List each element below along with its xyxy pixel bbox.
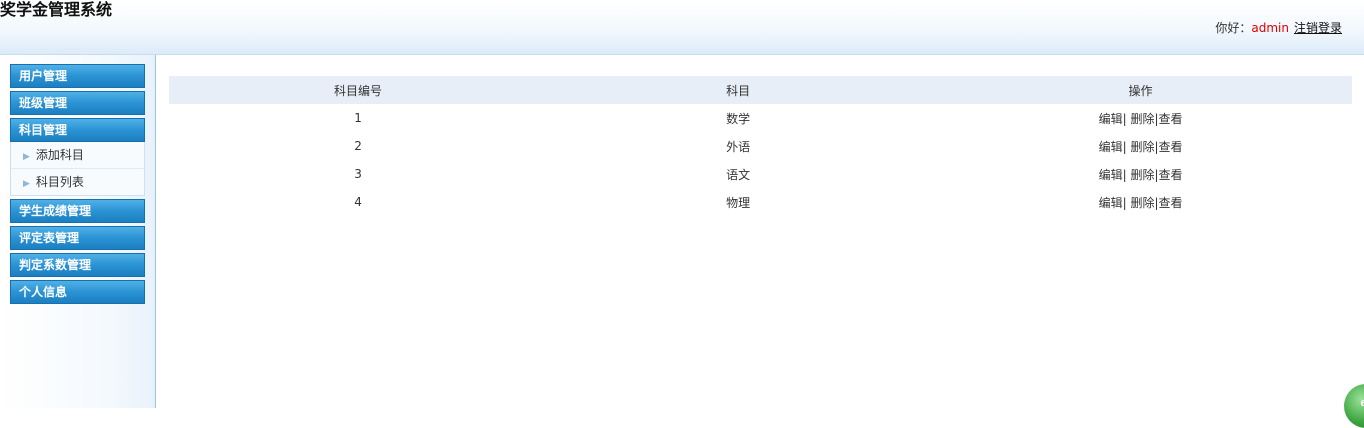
table-row: 4 物理 编辑| 删除|查看 [169,188,1352,216]
edit-link[interactable]: 编辑 [1099,140,1123,154]
subject-table: 科目编号 科目 操作 1 数学 编辑| 删除|查看 2 外语 编辑| 删除|查看… [169,76,1352,216]
table-row: 2 外语 编辑| 删除|查看 [169,132,1352,160]
delete-link[interactable]: 删除 [1130,140,1154,154]
app-title: 奖学金管理系统 [0,0,113,19]
cell-actions: 编辑| 删除|查看 [1098,139,1183,154]
cell-actions: 编辑| 删除|查看 [1098,111,1183,126]
cell-subject-name: 数学 [726,111,751,126]
cell-subject-id: 1 [354,111,362,125]
menu-score-management[interactable]: 学生成绩管理 [10,199,145,223]
username: admin [1251,21,1289,35]
menu-evaluation-management[interactable]: 评定表管理 [10,226,145,250]
edit-link[interactable]: 编辑 [1099,112,1123,126]
delete-link[interactable]: 删除 [1130,168,1154,182]
menu-class-management[interactable]: 班级管理 [10,91,145,115]
sidebar: 用户管理 班级管理 科目管理 ▶ 添加科目 ▶ 科目列表 学生成绩管理 评定表管理 … [0,55,156,408]
table-header-row: 科目编号 科目 操作 [169,76,1352,104]
cell-subject-id: 2 [354,139,362,153]
submenu-subject-list[interactable]: ▶ 科目列表 [11,168,144,195]
main-content: 科目编号 科目 操作 1 数学 编辑| 删除|查看 2 外语 编辑| 删除|查看… [169,76,1352,216]
floating-badge[interactable]: 60 [1344,384,1364,428]
view-link[interactable]: 查看 [1159,196,1183,210]
cell-actions: 编辑| 删除|查看 [1098,167,1183,182]
header: 奖学金管理系统 你好：admin 注销登录 [0,0,1364,55]
triangle-right-icon: ▶ [23,179,30,189]
view-link[interactable]: 查看 [1159,168,1183,182]
menu-user-management[interactable]: 用户管理 [10,64,145,88]
header-actions: 操作 [929,76,1352,104]
sidebar-menu: 用户管理 班级管理 科目管理 ▶ 添加科目 ▶ 科目列表 学生成绩管理 评定表管理 … [10,64,145,307]
edit-link[interactable]: 编辑 [1099,168,1123,182]
delete-link[interactable]: 删除 [1130,196,1154,210]
menu-subject-management[interactable]: 科目管理 [10,118,145,142]
subject-submenu: ▶ 添加科目 ▶ 科目列表 [10,142,145,196]
header-subject-name: 科目 [547,76,930,104]
triangle-right-icon: ▶ [23,152,30,162]
cell-subject-id: 3 [354,167,362,181]
menu-personal-info[interactable]: 个人信息 [10,280,145,304]
submenu-label: 添加科目 [35,148,84,162]
cell-subject-name: 物理 [726,195,751,210]
view-link[interactable]: 查看 [1159,140,1183,154]
view-link[interactable]: 查看 [1159,112,1183,126]
header-subject-id: 科目编号 [169,76,548,104]
cell-actions: 编辑| 删除|查看 [1098,195,1183,210]
badge-text: 60 [1360,399,1364,408]
cell-subject-name: 语文 [726,167,751,182]
edit-link[interactable]: 编辑 [1099,196,1123,210]
table-row: 1 数学 编辑| 删除|查看 [169,104,1352,132]
cell-subject-id: 4 [354,195,362,209]
submenu-label: 科目列表 [35,175,84,189]
delete-link[interactable]: 删除 [1130,112,1154,126]
greeting-label: 你好： [1215,21,1252,35]
table-row: 3 语文 编辑| 删除|查看 [169,160,1352,188]
logout-link[interactable]: 注销登录 [1294,21,1342,35]
cell-subject-name: 外语 [726,139,751,154]
menu-coefficient-management[interactable]: 判定系数管理 [10,253,145,277]
submenu-add-subject[interactable]: ▶ 添加科目 [11,142,144,168]
user-bar: 你好：admin 注销登录 [1215,20,1342,36]
